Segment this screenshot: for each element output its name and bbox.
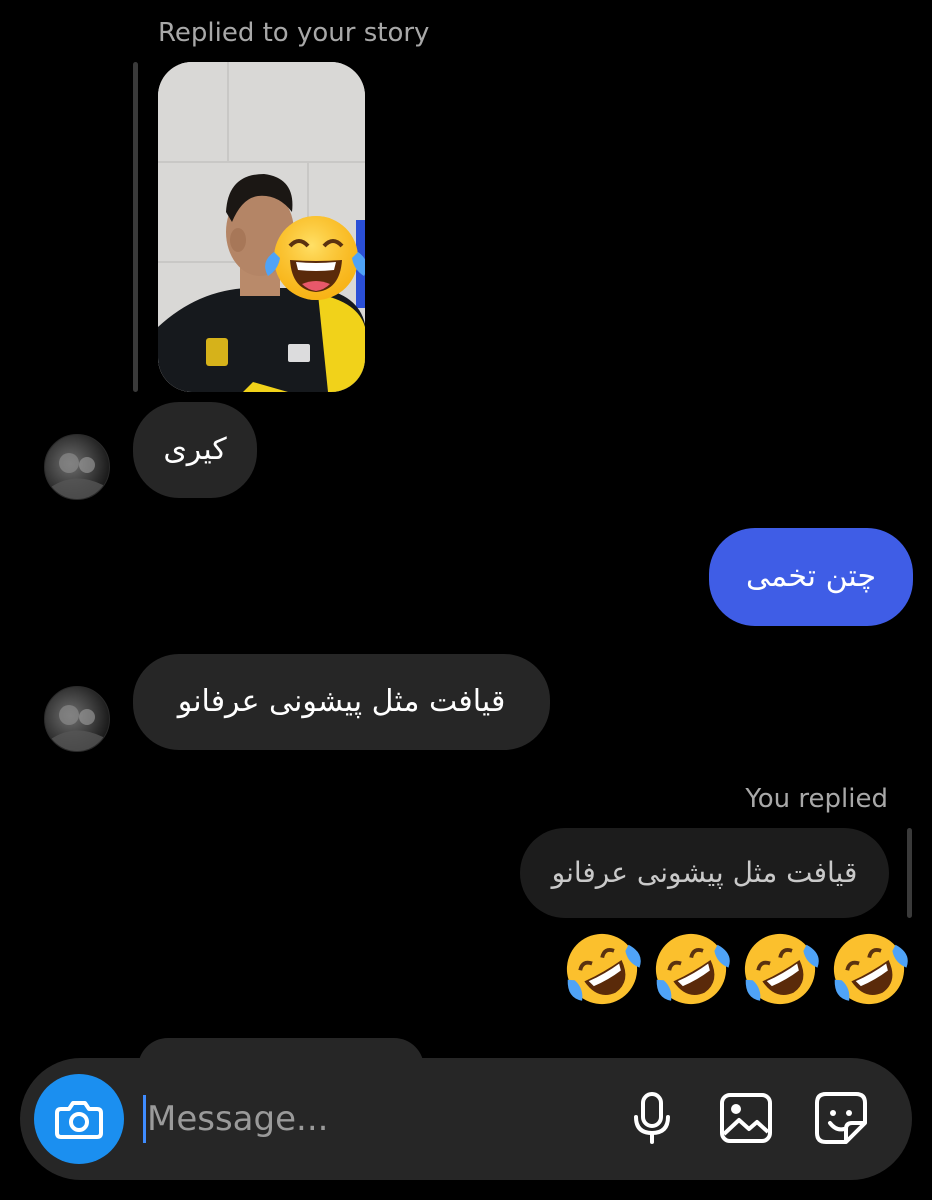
message-text: چتن تخمی [745,559,877,594]
message-bubble-incoming[interactable]: کیری [133,402,257,498]
rofl-emoji-icon [833,933,908,1005]
message-text: کیری [163,432,227,467]
emoji-message[interactable] [563,930,908,1010]
story-thumbnail[interactable] [158,62,365,392]
text-caret [143,1095,146,1143]
quote-bar [907,828,912,918]
gallery-icon [720,1093,772,1143]
quote-bar [133,62,138,392]
sticker-button[interactable] [811,1088,871,1148]
message-bubble-incoming[interactable]: قیافت مثل پیشونی عرفانو [133,654,550,750]
message-text: قیافت مثل پیشونی عرفانو [177,684,506,719]
sticker-icon [815,1092,867,1144]
rofl-emoji-icon [744,933,819,1005]
quoted-message[interactable]: قیافت مثل پیشونی عرفانو [520,828,889,918]
story-reply-caption: Replied to your story [158,18,430,48]
camera-icon [55,1101,103,1139]
rofl-emoji-icon [566,933,641,1005]
sender-avatar[interactable] [44,434,110,500]
you-replied-label: You replied [745,784,888,814]
rofl-emoji-icon [655,933,730,1005]
camera-button[interactable] [34,1074,124,1164]
sender-avatar[interactable] [44,686,110,752]
message-input[interactable] [147,1088,597,1150]
quoted-text: قیافت مثل پیشونی عرفانو [551,856,858,889]
message-bubble-outgoing[interactable]: چتن تخمی [709,528,913,626]
microphone-icon [634,1092,670,1144]
microphone-button[interactable] [622,1088,682,1148]
gallery-button[interactable] [716,1088,776,1148]
